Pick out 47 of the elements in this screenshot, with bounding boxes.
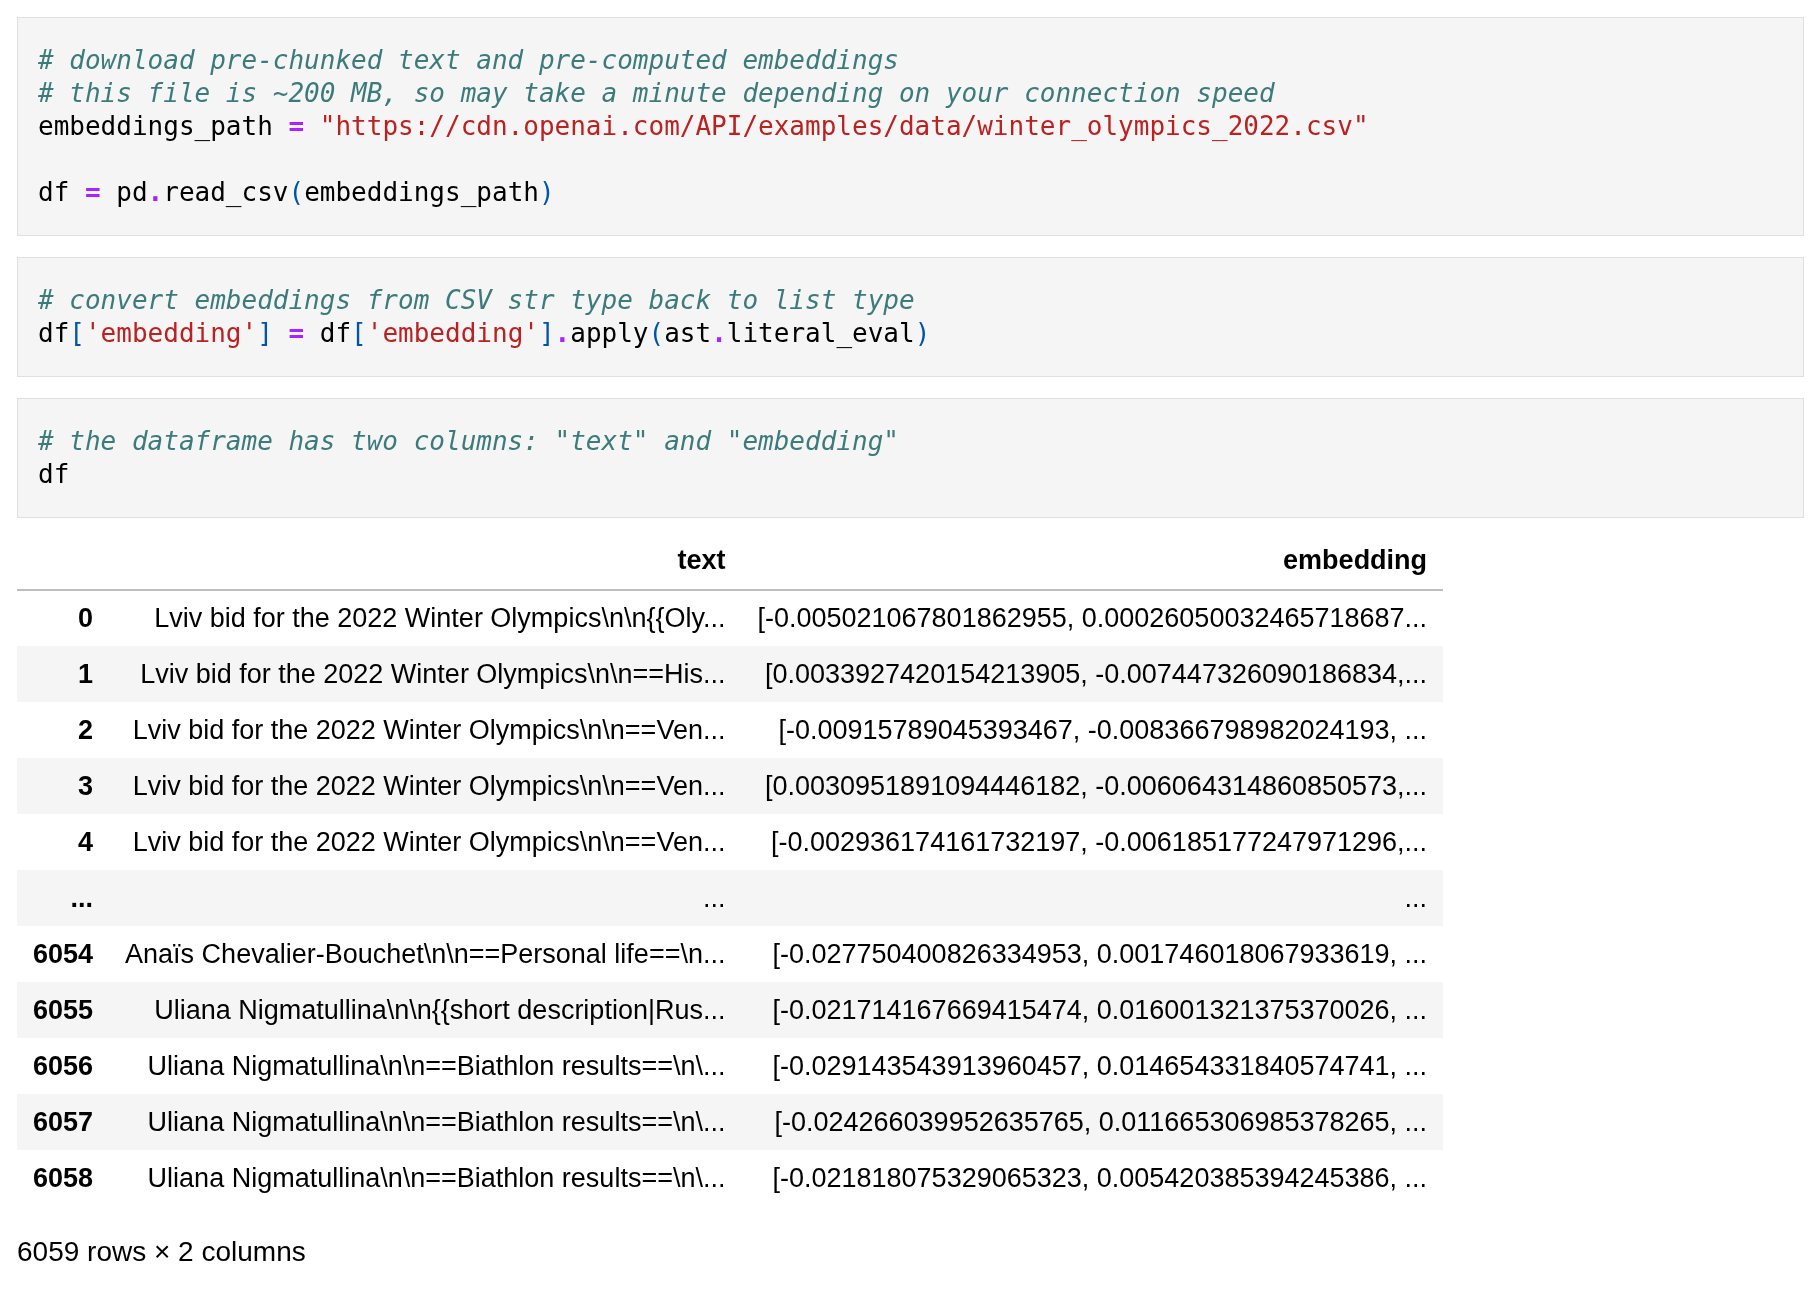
row-index: 4 — [17, 814, 110, 870]
row-index: 3 — [17, 758, 110, 814]
table-cell: Uliana Nigmatullina\n\n{{short description|Rus... — [109, 982, 742, 1038]
code-line: # download pre-chunked text and pre-computed embeddings — [38, 44, 900, 77]
code-line: df['embedding'] = df['embedding'].apply(ast.literal_eval) — [38, 317, 932, 350]
table-cell: [-0.024266039952635765, 0.011665306985378265, ... — [741, 1094, 1444, 1150]
row-index: 6054 — [17, 926, 110, 982]
row-index: 6055 — [17, 982, 110, 1038]
row-index: 6057 — [17, 1094, 110, 1150]
table-cell: [-0.029143543913960457, 0.014654331840574741, ... — [741, 1038, 1444, 1094]
table-cell: Lviv bid for the 2022 Winter Olympics\n\n==Ven... — [109, 702, 742, 758]
table-cell: Lviv bid for the 2022 Winter Olympics\n\n==Ven... — [109, 814, 742, 870]
table-cell: Lviv bid for the 2022 Winter Olympics\n\n{{Oly... — [109, 590, 742, 646]
table-summary: 6059 rows × 2 columns — [17, 1236, 307, 1268]
code-line: # this file is ~200 MB, so may take a minute depending on your connection speed — [38, 77, 1276, 110]
row-index: 1 — [17, 646, 110, 702]
table-cell: Uliana Nigmatullina\n\n==Biathlon results==\n\... — [109, 1150, 742, 1206]
code-line: embeddings_path = "https://cdn.openai.com/API/examples/data/winter_olympics_2022.csv" — [38, 110, 1370, 143]
code-line: # the dataframe has two columns: "text" and "embedding" — [38, 425, 900, 458]
code-line: df — [38, 458, 71, 491]
row-index: 0 — [17, 590, 110, 646]
code-cell[interactable] — [17, 17, 1804, 236]
table-cell: Lviv bid for the 2022 Winter Olympics\n\n==His... — [109, 646, 742, 702]
table-cell: [0.0030951891094446182, -0.006064314860850573,... — [741, 758, 1444, 814]
column-header: embedding — [741, 531, 1444, 590]
row-index: 2 — [17, 702, 110, 758]
table-cell: ... — [109, 870, 742, 926]
row-index: 6056 — [17, 1038, 110, 1094]
table-cell: Uliana Nigmatullina\n\n==Biathlon results==\n\... — [109, 1094, 742, 1150]
column-header: text — [109, 531, 742, 590]
table-cell: [-0.005021067801862955, 0.00026050032465718687... — [741, 590, 1444, 646]
table-cell: [-0.00915789045393467, -0.008366798982024193, ... — [741, 702, 1444, 758]
table-cell: ... — [741, 870, 1444, 926]
table-cell: [-0.027750400826334953, 0.001746018067933619, ... — [741, 926, 1444, 982]
table-cell: [-0.021714167669415474, 0.016001321375370026, ... — [741, 982, 1444, 1038]
row-index: ... — [17, 870, 110, 926]
code-cell[interactable]: # convert embeddings from CSV str type back to list type df['embedding'] = df['embedding'].apply(ast.literal_eval) — [17, 257, 1804, 377]
table-cell: [0.0033927420154213905, -0.007447326090186834,... — [741, 646, 1444, 702]
code-line: # convert embeddings from CSV str type back to list type — [38, 284, 916, 317]
table-cell: Lviv bid for the 2022 Winter Olympics\n\n==Ven... — [109, 758, 742, 814]
table-cell: [-0.021818075329065323, 0.005420385394245386, ... — [741, 1150, 1444, 1206]
table-cell: Anaïs Chevalier-Bouchet\n\n==Personal life==\n... — [109, 926, 742, 982]
code-line: df = pd.read_csv(embeddings_path) — [38, 176, 556, 209]
row-index: 6058 — [17, 1150, 110, 1206]
table-cell: [-0.002936174161732197, -0.006185177247971296,... — [741, 814, 1444, 870]
table-cell: Uliana Nigmatullina\n\n==Biathlon results==\n\... — [109, 1038, 742, 1094]
code-cell[interactable]: # the dataframe has two columns: "text" and "embedding" df — [17, 398, 1804, 518]
